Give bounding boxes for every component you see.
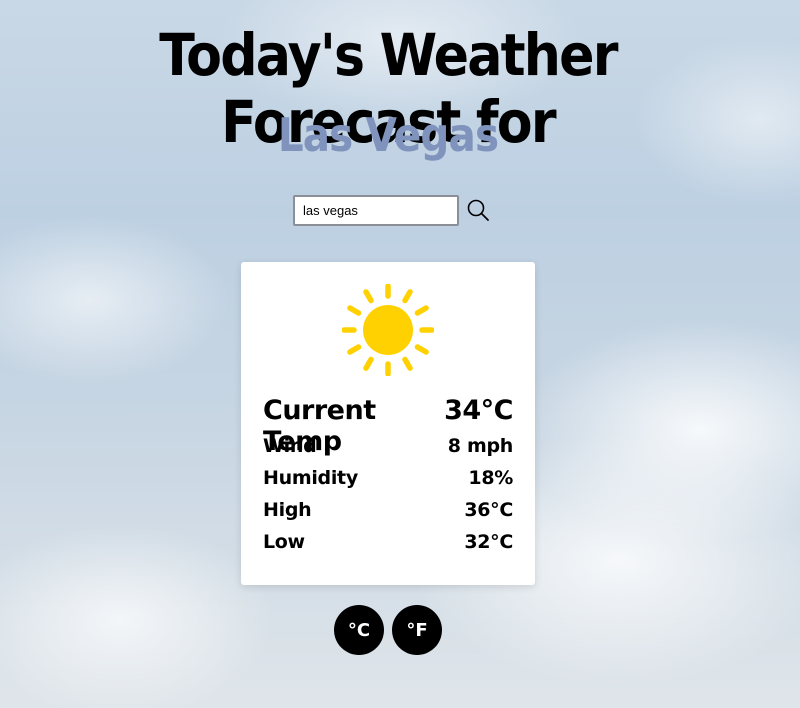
city-name: Las Vegas — [277, 108, 499, 162]
unit-toggle: °C °F — [334, 605, 442, 655]
high-value: 36°C — [464, 499, 513, 521]
sun-ray — [414, 305, 429, 316]
low-row: Low 32°C — [263, 531, 513, 563]
humidity-label: Humidity — [263, 467, 358, 489]
sun-ray — [347, 344, 362, 355]
weather-card: Current Temp 34°C Wind 8 mph Humidity 18… — [241, 262, 535, 585]
current-temp-value: 34°C — [444, 395, 513, 426]
sun-ray — [402, 289, 413, 304]
humidity-value: 18% — [468, 467, 513, 489]
search-button[interactable] — [465, 198, 491, 224]
sun-icon — [342, 284, 434, 376]
celsius-button[interactable]: °C — [334, 605, 384, 655]
wind-value: 8 mph — [447, 435, 514, 457]
wind-label: Wind — [263, 435, 317, 457]
low-label: Low — [263, 531, 305, 553]
search-input[interactable] — [293, 195, 459, 226]
low-value: 32°C — [464, 531, 513, 553]
sun-ray — [347, 305, 362, 316]
humidity-row: Humidity 18% — [263, 467, 513, 499]
sun-ray — [414, 344, 429, 355]
weather-details: Current Temp 34°C Wind 8 mph Humidity 18… — [263, 395, 513, 563]
sun-ray — [363, 289, 374, 304]
fahrenheit-button[interactable]: °F — [392, 605, 442, 655]
search-bar — [293, 195, 491, 226]
search-icon — [467, 199, 489, 221]
current-temp-row: Current Temp 34°C — [263, 395, 513, 457]
high-label: High — [263, 499, 312, 521]
sun-ray — [363, 356, 374, 371]
high-row: High 36°C — [263, 499, 513, 531]
sun-ray — [402, 356, 413, 371]
